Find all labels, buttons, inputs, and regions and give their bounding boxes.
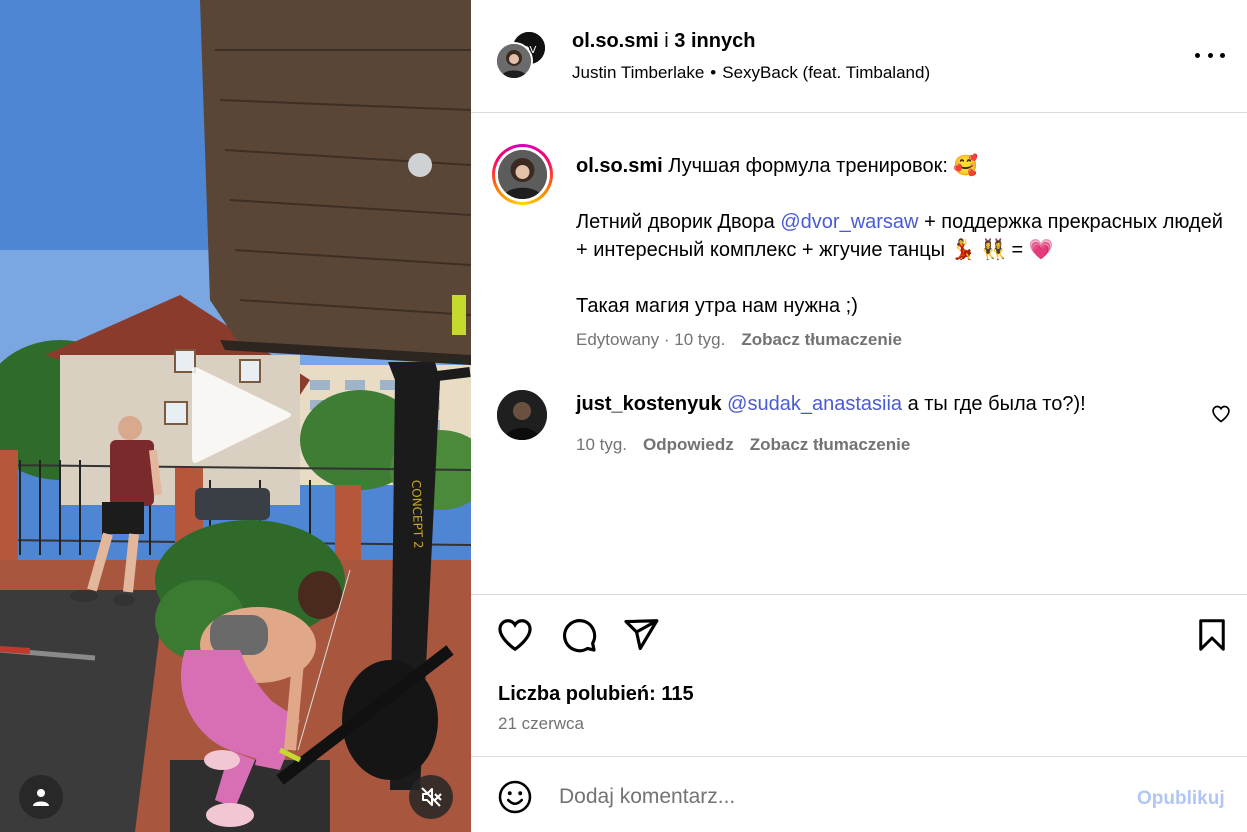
owner-line: ol.so.smi i 3 innych: [572, 30, 755, 53]
post-caption: ol.so.smi Лучшая формула тренировок: 🥰 Л…: [576, 152, 1226, 348]
collaborators-link[interactable]: 3 innych: [674, 30, 755, 52]
comment-button[interactable]: [559, 615, 599, 655]
machine-brand-text: CONCEPT 2: [409, 480, 425, 549]
user-tag-icon: [33, 789, 49, 806]
music-separator: •: [710, 63, 717, 82]
post-details-panel: DV ol.so.smi i 3 innych Justin Timberlak…: [471, 0, 1247, 832]
heart-icon: [498, 619, 532, 652]
bookmark-icon: [1199, 619, 1225, 651]
reply-button[interactable]: Odpowiedz: [643, 435, 734, 454]
post-date[interactable]: 21 czerwca: [498, 714, 584, 734]
caption-line-2-start: Летний дворик Двора: [576, 211, 775, 233]
play-icon: [192, 367, 291, 463]
caption-line-1: Лучшая формула тренировок: 🥰: [668, 155, 979, 177]
owner-separator: i: [664, 30, 669, 52]
caption-mention-link[interactable]: @dvor_warsaw: [780, 211, 918, 233]
comment-item: just_kostenyuk @sudak_anastasiia а ты гд…: [576, 393, 1086, 416]
owner-username-link[interactable]: ol.so.smi: [572, 30, 659, 52]
share-button[interactable]: [621, 615, 661, 655]
comment-input[interactable]: [559, 777, 1119, 817]
edited-label: Edytowany: [576, 330, 660, 349]
comment-time[interactable]: 10 tyg.: [576, 435, 627, 454]
caption-username-link[interactable]: ol.so.smi: [576, 155, 663, 177]
post-actions: Liczba polubień: 115 21 czerwca: [471, 594, 1247, 756]
music-track: SexyBack (feat. Timbaland): [722, 63, 931, 82]
post-header: DV ol.so.smi i 3 innych Justin Timberlak…: [471, 0, 1247, 113]
paper-plane-icon: [624, 619, 659, 651]
comments-section: ol.so.smi Лучшая формула тренировок: 🥰 Л…: [471, 114, 1247, 594]
likes-count[interactable]: Liczba polubień: 115: [498, 683, 694, 706]
comment-translate-link[interactable]: Zobacz tłumaczenie: [750, 435, 911, 454]
more-horizontal-icon: [1195, 52, 1225, 58]
caption-line-3: Такая магия утра нам нужна ;): [576, 295, 858, 317]
comment-mention-link[interactable]: @sudak_anastasiia: [727, 393, 902, 415]
tagged-users-button[interactable]: [19, 775, 63, 819]
comment-username-link[interactable]: just_kostenyuk: [576, 393, 722, 415]
emoji-smile-icon: [498, 780, 532, 814]
mute-toggle-button[interactable]: [409, 775, 453, 819]
emoji-picker-button[interactable]: [497, 779, 533, 815]
owner-avatar[interactable]: [495, 42, 533, 80]
caption-translate-link[interactable]: Zobacz tłumaczenie: [741, 330, 902, 349]
caption-time[interactable]: 10 tyg.: [674, 330, 725, 349]
save-button[interactable]: [1192, 615, 1232, 655]
music-artist: Justin Timberlake: [572, 63, 705, 82]
post-media-video[interactable]: CONCEPT 2: [0, 0, 471, 832]
comment-like-button[interactable]: [1211, 404, 1231, 424]
caption-author-avatar[interactable]: [492, 144, 553, 205]
more-options-button[interactable]: [1195, 45, 1225, 65]
speaker-muted-icon: [421, 787, 442, 807]
comment-body: а ты где была то?)!: [907, 393, 1086, 415]
comment-bubble-icon: [562, 619, 597, 653]
commenter-avatar[interactable]: [497, 390, 547, 440]
heart-icon: [1212, 405, 1230, 423]
play-button[interactable]: [190, 360, 300, 470]
like-button[interactable]: [495, 615, 535, 655]
add-comment-bar: Opublikuj: [471, 756, 1247, 832]
publish-comment-button[interactable]: Opublikuj: [1137, 788, 1225, 810]
collab-avatars[interactable]: DV: [495, 30, 549, 84]
caption-meta: Edytowany · 10 tyg. Zobacz tłumaczenie: [576, 330, 902, 349]
comment-meta: 10 tyg. Odpowiedz Zobacz tłumaczenie: [576, 435, 910, 455]
audio-attribution[interactable]: Justin Timberlake • SexyBack (feat. Timbal…: [572, 63, 930, 83]
